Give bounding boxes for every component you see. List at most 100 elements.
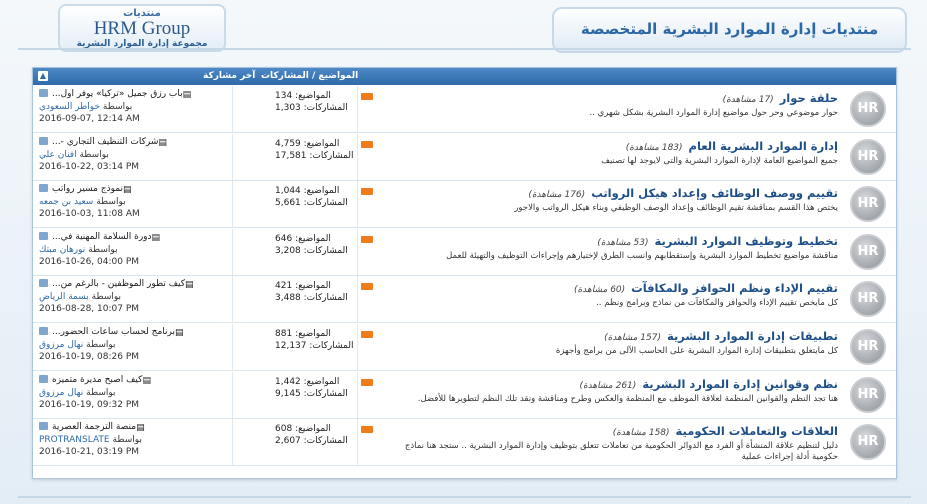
forum-title-link[interactable]: العلاقات والتعاملات الحكومية — [676, 424, 838, 438]
forum-title-link[interactable]: تقييم الإداء ونظم الحوافز والمكافآت — [631, 281, 838, 295]
posts-count-line: المشاركات: 3,488 — [275, 292, 357, 304]
forum-stats-cell: المواضيع: 1,442 المشاركات: 9,145 — [233, 371, 358, 418]
forum-row: ▤كيف تطور الموظفين - بالرغم من... بواسطة … — [33, 276, 896, 324]
last-post-cell: ▤كيف اصبح مديرة متميزه بواسطة نهال مرزوق 2… — [33, 371, 233, 418]
forum-title-link[interactable]: نظم وقوانين إدارة الموارد البشرية — [642, 377, 838, 391]
go-to-last-post-icon[interactable] — [39, 184, 48, 193]
top-banner: منتديات HRM Group مجموعة إدارة الموارد ا… — [0, 0, 927, 70]
go-to-last-post-icon[interactable] — [39, 374, 48, 383]
go-to-last-post-icon[interactable] — [39, 89, 48, 97]
forum-views: (60 مشاهدة) — [574, 285, 626, 296]
rss-feed-icon[interactable] — [361, 188, 373, 196]
forum-views: (158 مشاهدة) — [612, 428, 670, 439]
by-label: بواسطة — [86, 387, 116, 398]
posts-count: 17,581 — [275, 150, 307, 161]
last-post-link[interactable]: دورة السلامة المهنية في... — [52, 232, 152, 242]
last-post-title-line: ▤نموذج مسير رواتب — [39, 184, 232, 196]
posts-count: 9,145 — [275, 388, 301, 399]
forum-status-icon[interactable]: HR — [850, 233, 886, 270]
forum-description: دليل لتنظيم علاقة المنشأة أو الفرد مع ال… — [404, 441, 838, 463]
rss-feed-icon[interactable] — [361, 283, 373, 291]
last-post-link[interactable]: برنامج لحساب ساعات الحضور... — [52, 327, 175, 337]
forum-info-cell: العلاقات والتعاملات الحكومية (158 مشاهدة)… — [378, 419, 848, 465]
forum-row: ▤شركات التنظيف التجاري -... بواسطة افنان … — [33, 133, 896, 181]
posts-label: المشاركات: — [303, 103, 348, 113]
forum-title-line: نظم وقوانين إدارة الموارد البشرية (261 مش… — [378, 376, 838, 394]
last-post-author-line: بواسطة بسمة الرياض — [39, 291, 232, 303]
forum-title-line: تخطيط وتوظيف الموارد البشرية (53 مشاهدة) — [378, 233, 838, 251]
last-post-link[interactable]: نموذج مسير رواتب — [52, 184, 123, 194]
forum-status-icon[interactable]: HR — [850, 91, 886, 127]
last-post-user-link[interactable]: خواطر السعودي — [39, 102, 100, 112]
threads-label: المواضيع: — [303, 186, 340, 197]
last-post-author-line: بواسطة PROTRANSLATE — [39, 434, 232, 446]
collapse-icon[interactable]: ▲ — [38, 71, 48, 81]
last-post-author-line: بواسطة خواطر السعودي — [39, 101, 232, 113]
posts-count-line: المشاركات: 12,137 — [275, 340, 357, 352]
last-post-user-link[interactable]: بسمة الرياض — [39, 292, 89, 302]
rss-feed-icon[interactable] — [361, 93, 373, 100]
last-post-link[interactable]: شركات التنظيف التجاري -... — [52, 137, 158, 147]
rss-feed-icon[interactable] — [361, 426, 373, 434]
forum-table-header: ▲ آخر مشاركة المواضيع / المشاركات — [33, 68, 896, 85]
category-title-tab[interactable]: منتديات إدارة الموارد البشرية المتخصصة — [552, 7, 907, 53]
posts-count: 3,208 — [275, 245, 301, 256]
frame-bottom — [18, 486, 911, 498]
threads-label: المواضيع: — [303, 138, 340, 149]
threads-label: المواضيع: — [295, 329, 331, 339]
last-post-user-link[interactable]: نهال مرزوق — [39, 340, 83, 350]
frame-divider — [18, 48, 911, 58]
last-post-date: 2016-10-21, 03:19 PM — [39, 447, 140, 458]
forum-status-icon[interactable]: HR — [850, 376, 886, 413]
forum-title-link[interactable]: تطبيقات إدارة الموارد البشرية — [667, 329, 838, 343]
go-to-last-post-icon[interactable] — [39, 231, 48, 240]
last-post-link[interactable]: منصة الترجمة العصرية — [52, 422, 136, 432]
last-post-user-link[interactable]: نورهان مبتك — [39, 245, 85, 255]
forum-status-icon[interactable]: HR — [850, 281, 886, 318]
rss-feed-icon[interactable] — [361, 331, 373, 338]
forum-list: ▲ آخر مشاركة المواضيع / المشاركات ▤باب ر… — [32, 67, 897, 479]
forum-title-link[interactable]: إدارة الموارد البشرية العام — [689, 139, 838, 153]
forum-stats-cell: المواضيع: 1,044 المشاركات: 5,661 — [233, 181, 358, 228]
forum-status-icon[interactable]: HR — [850, 138, 886, 175]
rss-feed-icon[interactable] — [361, 140, 373, 148]
forum-title-link[interactable]: تخطيط وتوظيف الموارد البشرية — [655, 234, 838, 248]
forum-info-cell: حلقة حوار (17 مشاهدة) حوار موضوعي وحر حول … — [378, 86, 848, 132]
posts-count: 2,607 — [275, 436, 301, 447]
last-post-user-link[interactable]: سعيد بن جمعه — [39, 197, 93, 207]
rss-feed-icon[interactable] — [361, 378, 373, 386]
go-to-last-post-icon[interactable] — [39, 422, 48, 431]
forum-title-line: تقييم ووصف الوظائف وإعداد هيكل الرواتب (1… — [378, 185, 838, 203]
rss-feed-icon[interactable] — [361, 235, 373, 243]
forum-title-line: إدارة الموارد البشرية العام (183 مشاهدة) — [378, 138, 838, 156]
forum-views: (17 مشاهدة) — [722, 95, 774, 105]
forum-status-icon[interactable]: HR — [850, 186, 886, 223]
forum-status-icon[interactable]: HR — [850, 329, 886, 365]
last-post-link[interactable]: كيف اصبح مديرة متميزه — [52, 375, 142, 385]
posts-count: 1,303 — [275, 103, 301, 113]
last-post-title-line: ▤شركات التنظيف التجاري -... — [39, 136, 232, 149]
posts-label: المشاركات: — [303, 245, 348, 256]
threads-label: المواضيع: — [295, 91, 331, 101]
go-to-last-post-icon[interactable] — [39, 327, 48, 335]
go-to-last-post-icon[interactable] — [39, 136, 48, 145]
last-post-user-link[interactable]: افنان علي — [39, 150, 77, 160]
last-post-date: 2016-08-28, 10:07 PM — [39, 304, 140, 315]
last-post-user-link[interactable]: نهال مرزوق — [39, 388, 83, 398]
last-post-link[interactable]: كيف تطور الموظفين - بالرغم من... — [52, 279, 185, 289]
forum-title-line: حلقة حوار (17 مشاهدة) — [378, 90, 838, 108]
forum-title-line: العلاقات والتعاملات الحكومية (158 مشاهدة) — [378, 423, 838, 441]
last-post-link[interactable]: باب رزق جميل «تركيا» يوفر أول... — [52, 89, 183, 99]
forum-title-link[interactable]: حلقة حوار — [780, 91, 838, 105]
page-title[interactable]: منتديات إدارة الموارد البشرية المتخصصة — [554, 20, 905, 38]
go-to-last-post-icon[interactable] — [39, 279, 48, 288]
last-post-title-line: ▤برنامج لحساب ساعات الحضور... — [39, 327, 232, 339]
forum-row: ▤كيف اصبح مديرة متميزه بواسطة نهال مرزوق 2… — [33, 371, 896, 419]
forum-title-link[interactable]: تقييم ووصف الوظائف وإعداد هيكل الرواتب — [591, 186, 838, 200]
site-logo[interactable]: منتديات HRM Group مجموعة إدارة الموارد ا… — [58, 4, 226, 52]
last-post-user-link[interactable]: PROTRANSLATE — [39, 435, 110, 445]
forum-row: ▤دورة السلامة المهنية في... بواسطة نورهان… — [33, 228, 896, 276]
last-post-date: 2016-09-07, 12:14 AM — [39, 114, 140, 124]
forum-status-icon[interactable]: HR — [850, 424, 886, 461]
forum-row: ▤نموذج مسير رواتب بواسطة سعيد بن جمعه 2016… — [33, 181, 896, 229]
